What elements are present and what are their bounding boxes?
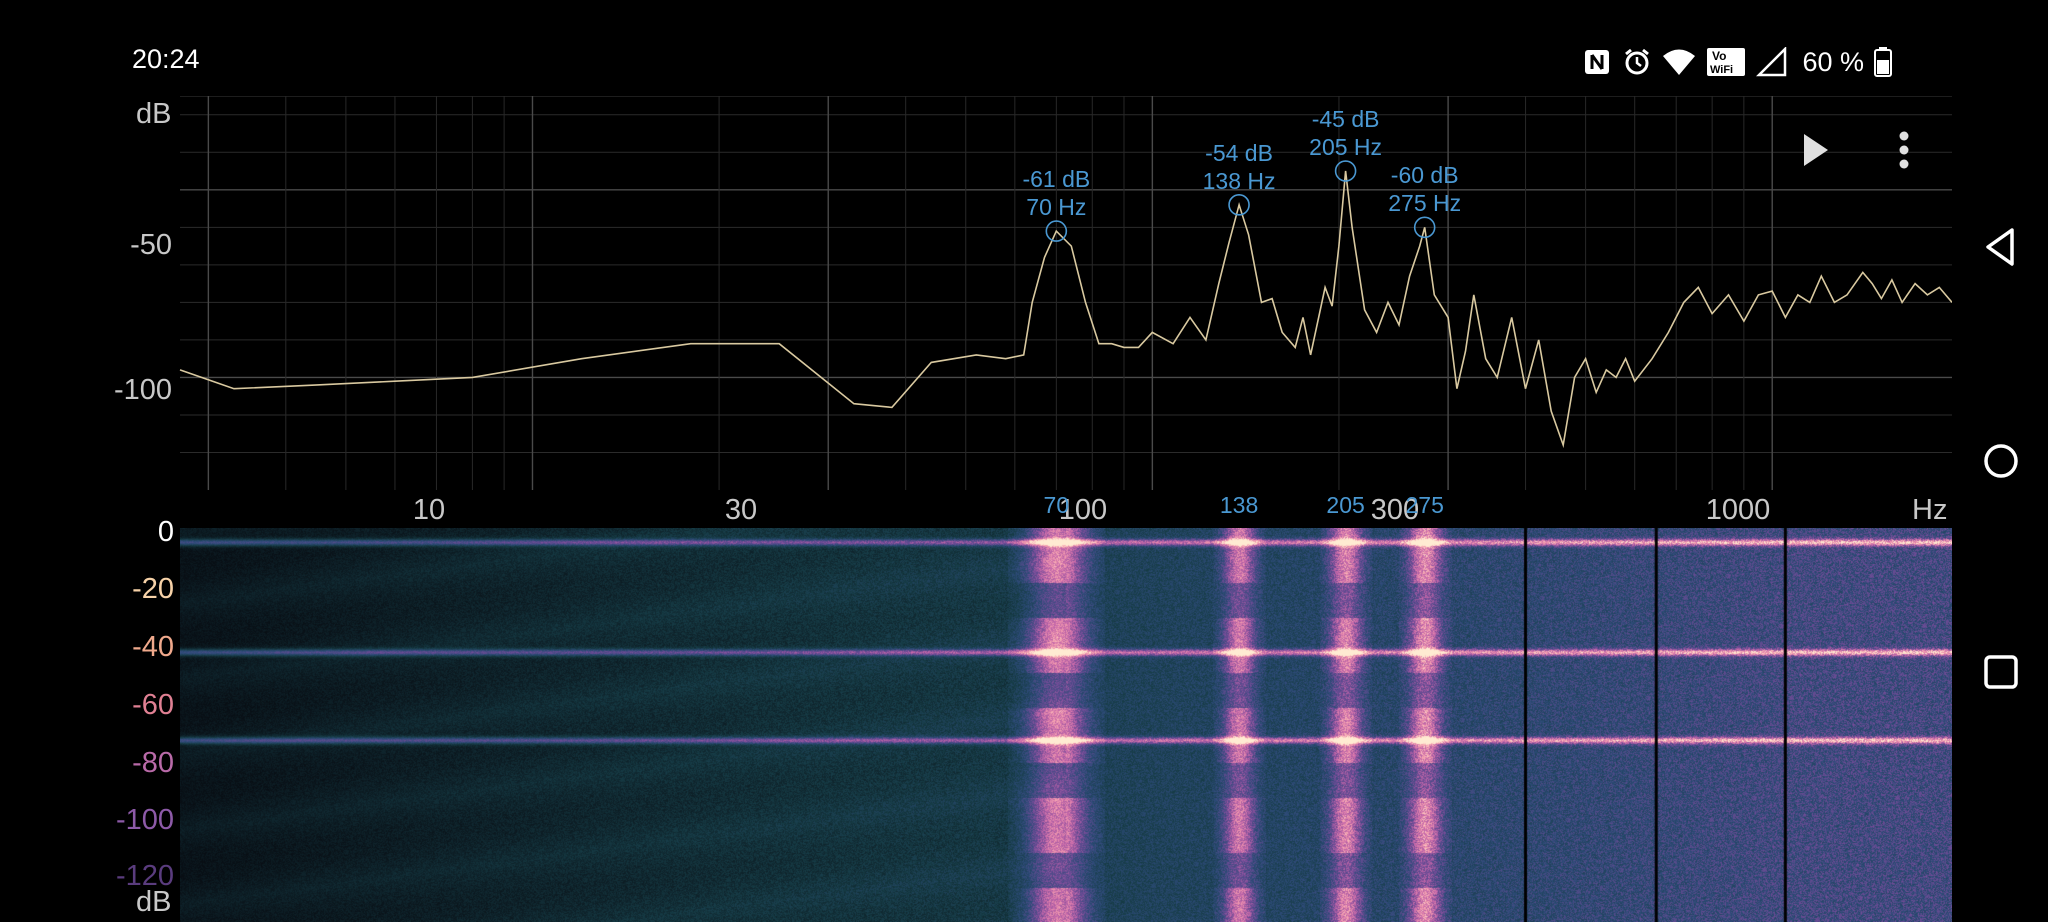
peak-axis-tick-138: 138	[1219, 492, 1259, 518]
status-time: 20:24	[132, 44, 200, 74]
peak-hz-label: 275 Hz	[1388, 190, 1462, 217]
peak-axis-tick-275: 275	[1405, 492, 1444, 518]
spec-tick-60: -60	[132, 689, 174, 721]
status-icons: Vo WiFi 60 %	[1582, 42, 1892, 82]
peak-axis-tick-205: 205	[1326, 492, 1365, 518]
back-icon[interactable]	[1976, 222, 2026, 272]
spec-tick-40: -40	[132, 631, 174, 663]
vowifi-icon: Vo WiFi	[1707, 48, 1746, 76]
x-tick-10: 10	[412, 494, 446, 526]
analyzer-area[interactable]: dB -50 -100 10 30 100 300 1000 Hz -61 dB…	[0, 96, 1952, 922]
spec-tick-0: 0	[157, 516, 174, 548]
y-tick-minus100: -100	[113, 374, 172, 406]
y-tick-minus50: -50	[130, 229, 172, 261]
battery-percent: 60 %	[1802, 46, 1864, 77]
status-bar: 20:24 Vo WiFi 60 %	[0, 0, 1952, 96]
nfc-icon	[1585, 50, 1610, 74]
x-tick-1000: 1000	[1705, 494, 1771, 526]
play-icon[interactable]	[1790, 126, 1838, 174]
spec-tick-20: -20	[132, 573, 174, 605]
peak-db-label: -60 dB	[1390, 162, 1459, 189]
peak-hz-label: 138 Hz	[1202, 167, 1276, 194]
peak-db-label: -54 dB	[1205, 139, 1273, 166]
spec-tick-80: -80	[132, 747, 174, 779]
peak-axis-tick-70: 70	[1043, 492, 1070, 518]
peak-label-138: -54 dB 138 Hz	[1203, 139, 1276, 195]
peak-label-275: -60 dB 275 Hz	[1388, 161, 1461, 217]
navigation-bar	[1952, 0, 2048, 922]
cell-signal-icon	[1756, 47, 1787, 77]
recents-icon[interactable]	[1976, 647, 2026, 697]
spectrum-y-unit: dB	[136, 98, 172, 130]
spectrum-x-unit: Hz	[1912, 494, 1948, 526]
peak-hz-label: 70 Hz	[1026, 194, 1087, 221]
peak-label-205: -45 dB 205 Hz	[1309, 105, 1382, 161]
svg-text:WiFi: WiFi	[1710, 64, 1733, 76]
svg-text:Vo: Vo	[1712, 49, 1726, 63]
spectrogram-heatmap[interactable]	[180, 528, 1952, 922]
spec-tick-100: -100	[115, 804, 174, 836]
spectrum-chart[interactable]	[0, 96, 1952, 526]
x-tick-30: 30	[724, 494, 758, 526]
peak-label-70: -61 dB 70 Hz	[1022, 165, 1090, 221]
wifi-icon	[1663, 49, 1696, 75]
alarm-icon	[1625, 48, 1650, 75]
spectrum-grid	[180, 96, 1952, 490]
peak-hz-label: 205 Hz	[1309, 134, 1383, 161]
peak-db-label: -45 dB	[1311, 106, 1380, 133]
home-icon[interactable]	[1976, 436, 2026, 486]
more-vertical-icon[interactable]	[1880, 126, 1928, 174]
battery-icon	[1874, 47, 1892, 77]
spectrogram-unit: dB	[136, 886, 172, 918]
peak-db-label: -61 dB	[1022, 166, 1091, 193]
